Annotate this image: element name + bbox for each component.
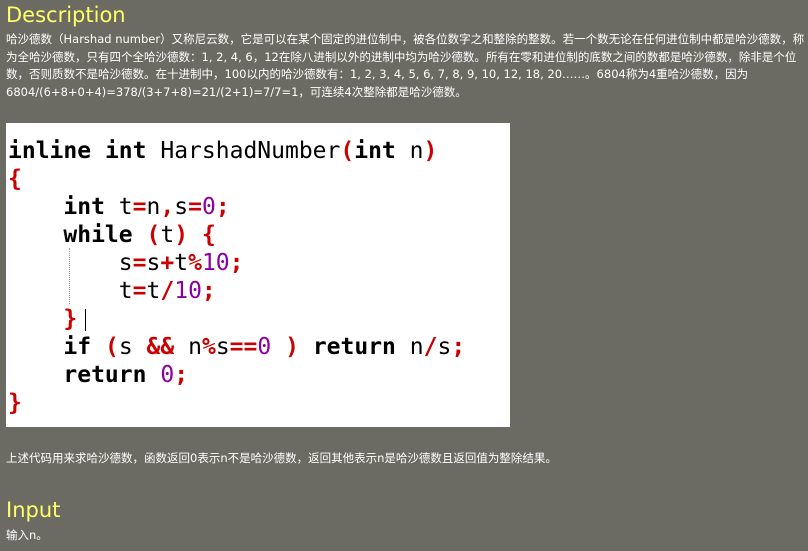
keyword-inline: inline (8, 138, 92, 164)
number-zero: 0 (160, 362, 175, 388)
operator-mod: % (201, 334, 216, 360)
description-paragraph: 哈沙德数（Harshad number）又称尼云数，它是可以在某个固定的进位制中… (6, 32, 805, 99)
brace-close: } (8, 390, 22, 416)
code-line-6: t=t/10; (8, 277, 216, 305)
paren-close: ) (285, 334, 299, 360)
number-ten: 10 (174, 278, 202, 304)
description-heading: Description (6, 3, 126, 27)
function-name: HarshadNumber (160, 138, 341, 164)
identifier-t: t (118, 278, 133, 304)
code-note: 上述代码用来求哈沙德数，函数返回0表示n不是哈沙德数，返回其他表示n是哈沙德数且… (6, 451, 557, 465)
paren-close: ) (174, 222, 189, 248)
text-caret (85, 309, 86, 331)
code-line-3: int t=n,s=0; (8, 193, 230, 221)
operator-plus: + (160, 250, 175, 276)
identifier-s: s (118, 334, 133, 360)
number-zero: 0 (257, 334, 272, 360)
identifier-t: t (174, 250, 189, 276)
identifier-s: s (118, 250, 133, 276)
operator-assign: = (132, 194, 147, 220)
operator-assign: = (132, 278, 147, 304)
code-line-10: } (8, 389, 22, 417)
identifier-s: s (437, 334, 452, 360)
code-line-8: if (s && n%s==0 ) return n/s; (8, 333, 465, 361)
operator-div: / (160, 278, 175, 304)
brace-open: { (201, 222, 216, 248)
comma: , (160, 194, 175, 220)
paren-open: ( (146, 222, 161, 248)
identifier-n: n (146, 194, 161, 220)
identifier-n: n (409, 334, 424, 360)
keyword-if: if (63, 334, 92, 360)
identifier-s: s (174, 194, 189, 220)
keyword-while: while (63, 222, 133, 248)
operator-mod: % (188, 250, 202, 276)
code-line-1: inline int HarshadNumber(int n) (8, 137, 437, 165)
code-line-5: s=s+t%10; (8, 249, 244, 277)
paren-open: ( (340, 138, 355, 164)
identifier-s: s (215, 334, 230, 360)
brace-open: { (8, 166, 22, 192)
semicolon: ; (229, 250, 244, 276)
keyword-int: int (354, 138, 396, 164)
keyword-int: int (63, 194, 105, 220)
operator-assign: = (188, 194, 202, 220)
identifier-n: n (409, 138, 424, 164)
number-ten: 10 (201, 250, 230, 276)
keyword-return: return (63, 362, 147, 388)
code-line-9: return 0; (8, 361, 188, 389)
keyword-return: return (312, 334, 396, 360)
code-image: inline int HarshadNumber(int n) { int t=… (6, 123, 510, 427)
semicolon: ; (215, 194, 230, 220)
identifier-t: t (118, 194, 133, 220)
input-paragraph: 输入n。 (6, 528, 48, 542)
input-heading: Input (6, 498, 61, 522)
semicolon: ; (174, 362, 189, 388)
code-line-7: } (8, 305, 77, 333)
paren-open: ( (104, 334, 119, 360)
semicolon: ; (451, 334, 466, 360)
indent-guide (69, 248, 70, 304)
paren-close: ) (423, 138, 438, 164)
operator-div: / (423, 334, 438, 360)
operator-and: && (146, 334, 175, 360)
operator-assign: = (132, 250, 147, 276)
brace-close: } (63, 306, 78, 332)
operator-equals: == (229, 334, 258, 360)
identifier-t: t (160, 222, 175, 248)
identifier-t: t (146, 278, 161, 304)
identifier-s: s (146, 250, 161, 276)
number-zero: 0 (201, 194, 216, 220)
keyword-int: int (104, 138, 147, 164)
semicolon: ; (201, 278, 216, 304)
code-line-2: { (8, 165, 22, 193)
identifier-n: n (188, 334, 202, 360)
code-line-4: while (t) { (8, 221, 216, 249)
